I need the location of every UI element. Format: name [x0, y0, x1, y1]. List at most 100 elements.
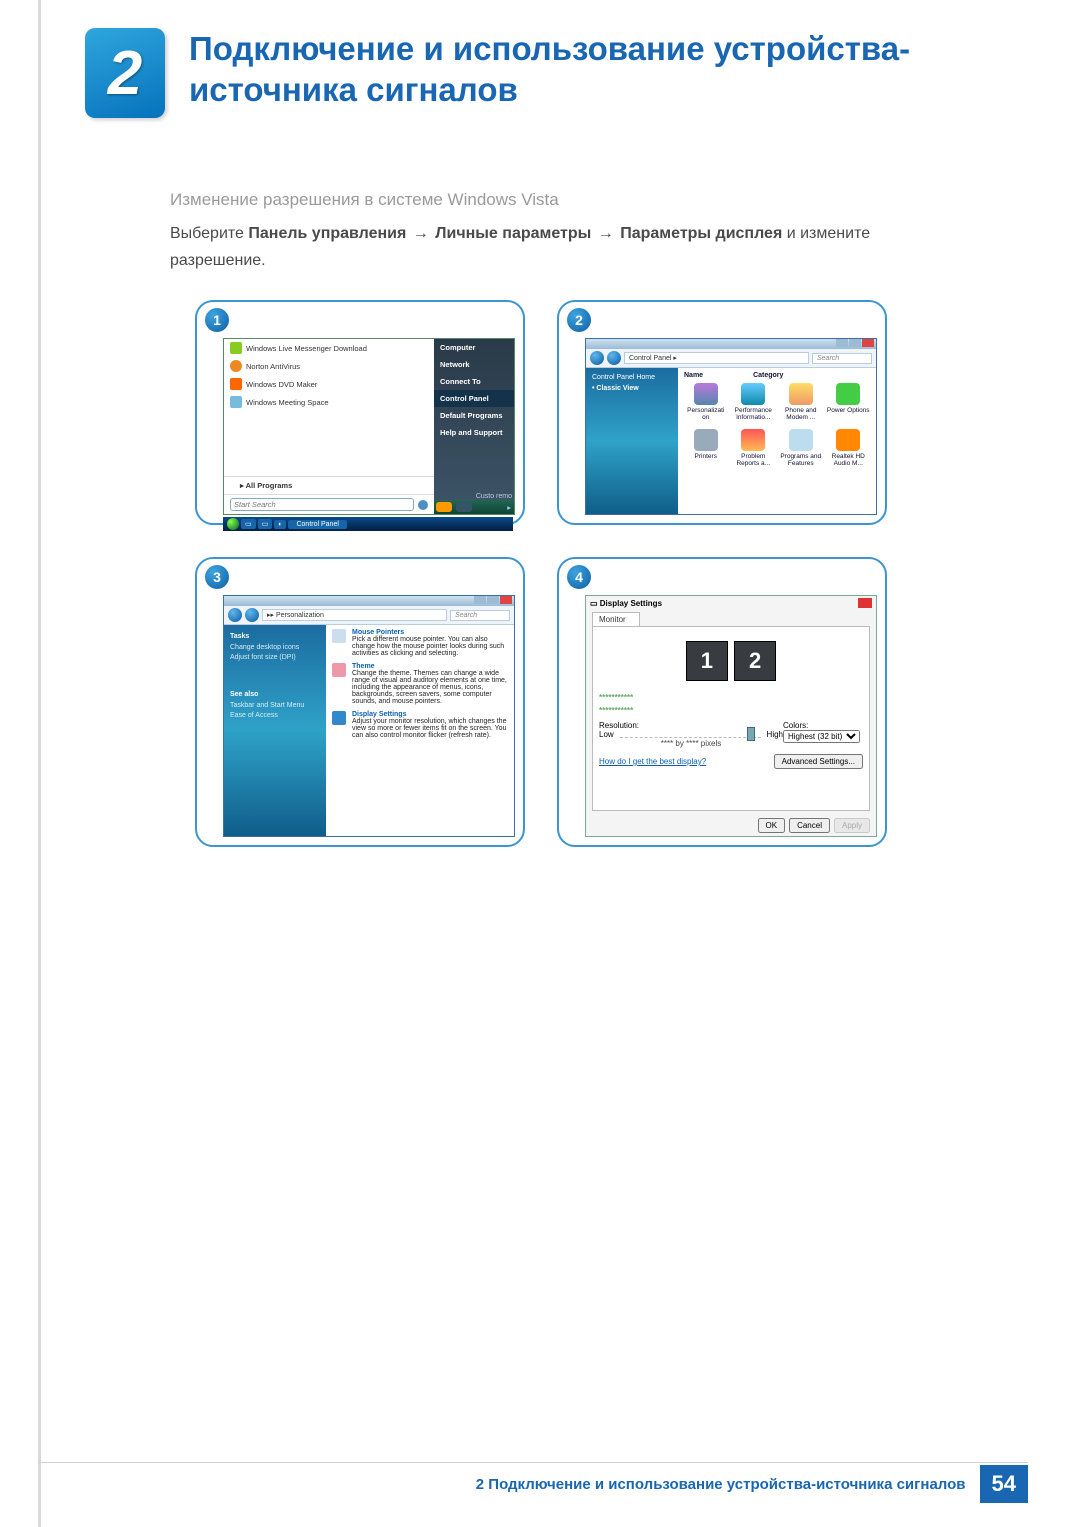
arrow-icon: →: [411, 225, 431, 242]
sidebar-heading: See also: [230, 691, 320, 698]
colors-select[interactable]: Highest (32 bit): [783, 730, 860, 743]
pz-sidebar: Tasks Change desktop icons Adjust font s…: [224, 625, 326, 836]
item-title: Theme: [352, 663, 508, 670]
sidebar-item-home[interactable]: Control Panel Home: [592, 374, 672, 381]
dvdmaker-icon: [230, 378, 242, 390]
quicklaunch-icon[interactable]: ◐: [274, 520, 286, 529]
power-icon[interactable]: [436, 502, 452, 512]
power-buttons[interactable]: ▸: [434, 500, 514, 514]
start-orb-icon[interactable]: [227, 518, 239, 530]
minimize-icon[interactable]: [836, 339, 848, 347]
sidebar-link[interactable]: Taskbar and Start Menu: [230, 702, 320, 709]
cp-item[interactable]: Printers: [684, 429, 728, 467]
cp-item[interactable]: Performance Informatio...: [732, 383, 776, 421]
start-menu-item[interactable]: Norton AntiVirus: [224, 357, 434, 375]
chevron-right-icon[interactable]: ▸: [507, 503, 514, 512]
programs-icon: [789, 429, 813, 451]
label: Control Panel: [296, 521, 338, 528]
cp-item[interactable]: Problem Reports a...: [732, 429, 776, 467]
search-input[interactable]: Search: [812, 353, 872, 364]
pz-item-mouse-pointers[interactable]: Mouse PointersPick a different mouse poi…: [332, 629, 508, 657]
start-menu-left: Windows Live Messenger Download Norton A…: [224, 339, 434, 514]
path-step: Панель управления: [248, 225, 406, 242]
start-right-item[interactable]: Default Programs: [434, 407, 514, 424]
forward-icon[interactable]: [245, 608, 259, 622]
tab-monitor[interactable]: Monitor: [592, 612, 640, 626]
pz-item-display-settings[interactable]: Display SettingsAdjust your monitor reso…: [332, 711, 508, 739]
quicklaunch-icon[interactable]: ▭: [258, 519, 273, 529]
colors-label: Colors:: [783, 721, 863, 730]
minimize-icon[interactable]: [474, 596, 486, 604]
chapter-badge: 2: [85, 28, 165, 118]
monitor-2[interactable]: 2: [734, 641, 776, 681]
search-input[interactable]: [230, 498, 414, 511]
apply-button[interactable]: Apply: [834, 818, 870, 833]
start-right-item[interactable]: Help and Support: [434, 424, 514, 441]
back-icon[interactable]: [590, 351, 604, 365]
sidebar-link[interactable]: Change desktop icons: [230, 644, 320, 651]
reports-icon: [741, 429, 765, 451]
maximize-icon[interactable]: [487, 596, 499, 604]
chapter-number: 2: [108, 38, 142, 109]
start-menu-item[interactable]: Windows Meeting Space: [224, 393, 434, 411]
ok-button[interactable]: OK: [758, 818, 786, 833]
resolution-slider[interactable]: [620, 731, 761, 738]
close-icon[interactable]: [862, 339, 874, 347]
start-right-item[interactable]: Connect To: [434, 373, 514, 390]
label: Norton AntiVirus: [246, 362, 300, 371]
sidebar-link[interactable]: Ease of Access: [230, 712, 320, 719]
close-icon[interactable]: [500, 596, 512, 604]
cp-item[interactable]: Realtek HD Audio M...: [827, 429, 871, 467]
column-header[interactable]: Name: [684, 372, 703, 379]
chapter-header: 2 Подключение и использование устройства…: [85, 28, 989, 118]
start-menu-item[interactable]: Windows DVD Maker: [224, 375, 434, 393]
meeting-icon: [230, 396, 242, 408]
search-icon[interactable]: [418, 500, 428, 510]
start-menu: Windows Live Messenger Download Norton A…: [223, 338, 515, 515]
item-title: Display Settings: [352, 711, 508, 718]
performance-icon: [741, 383, 765, 405]
instruction-text: Выберите Панель управления → Личные пара…: [170, 220, 970, 274]
close-icon[interactable]: [858, 598, 872, 608]
display-icon: ▭: [590, 599, 600, 608]
all-programs[interactable]: ▸ All Programs: [224, 476, 434, 494]
forward-icon[interactable]: [607, 351, 621, 365]
column-header[interactable]: Category: [753, 372, 783, 379]
back-icon[interactable]: [228, 608, 242, 622]
cp-item-personalization[interactable]: Personalizati on: [684, 383, 728, 421]
start-right-item[interactable]: Computer: [434, 339, 514, 356]
nav-bar: ▸▸ Personalization Search: [224, 606, 514, 625]
page-number: 54: [980, 1465, 1028, 1503]
start-right-item[interactable]: Network: [434, 356, 514, 373]
resolution-value: **** by **** pixels: [599, 739, 783, 748]
arrow-icon: →: [596, 225, 616, 242]
cp-item[interactable]: Phone and Modem ...: [779, 383, 823, 421]
start-menu-item[interactable]: Windows Live Messenger Download: [224, 339, 434, 357]
pz-item-theme[interactable]: ThemeChange the theme. Themes can change…: [332, 663, 508, 705]
cancel-button[interactable]: Cancel: [789, 818, 830, 833]
maximize-icon[interactable]: [849, 339, 861, 347]
cp-item[interactable]: Power Options: [827, 383, 871, 421]
taskbar-button[interactable]: Control Panel: [288, 520, 346, 529]
slider-thumb[interactable]: [747, 727, 755, 741]
lock-icon[interactable]: [456, 502, 472, 512]
screenshot-step-1: 1 Windows Live Messenger Download Norton…: [195, 300, 525, 525]
slider-low: Low: [599, 730, 614, 739]
search-input[interactable]: Search: [450, 610, 510, 621]
advanced-settings-button[interactable]: Advanced Settings...: [774, 754, 863, 769]
sidebar-link[interactable]: Adjust font size (DPI): [230, 654, 320, 661]
start-menu-right: Computer Network Connect To Control Pane…: [434, 339, 514, 514]
breadcrumb[interactable]: Control Panel ▸: [624, 352, 809, 364]
window-titlebar: [586, 339, 876, 349]
breadcrumb[interactable]: ▸▸ Personalization: [262, 609, 447, 621]
monitor-1[interactable]: 1: [686, 641, 728, 681]
cp-item[interactable]: Programs and Features: [779, 429, 823, 467]
sidebar-item-classic-view[interactable]: • Classic View: [592, 385, 672, 392]
help-link[interactable]: How do I get the best display?: [599, 757, 706, 766]
step-badge: 2: [567, 308, 591, 332]
start-right-item-control-panel[interactable]: Control Panel: [434, 390, 514, 407]
messenger-icon: [230, 342, 242, 354]
quicklaunch-icon[interactable]: ▭: [241, 519, 256, 529]
pz-main: Mouse PointersPick a different mouse poi…: [326, 625, 514, 836]
placeholder-text: ***********: [599, 693, 863, 702]
